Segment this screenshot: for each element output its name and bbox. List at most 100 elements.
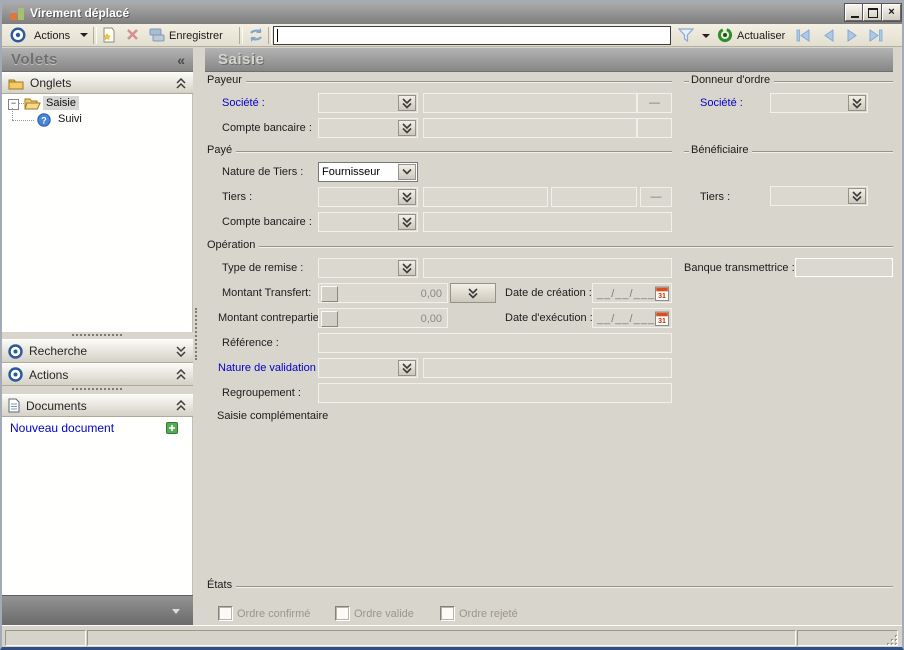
donneur-societe-dropdown[interactable] xyxy=(770,93,868,113)
last-record-icon[interactable] xyxy=(867,29,884,42)
filter-caret-icon[interactable] xyxy=(702,34,710,38)
next-record-icon[interactable] xyxy=(845,29,860,42)
calendar-icon[interactable]: 31 xyxy=(655,286,669,301)
payeur-societe-code-field[interactable]: — xyxy=(637,93,672,113)
group-legend-etats: États xyxy=(205,579,237,591)
group-legend-beneficiaire: Bénéficiaire xyxy=(689,144,753,156)
amount-helper-button[interactable] xyxy=(321,286,338,302)
paye-tiers-dropdown[interactable] xyxy=(318,187,418,207)
paye-compte-dropdown[interactable] xyxy=(318,212,418,232)
refresh-button[interactable]: Actualiser xyxy=(737,30,785,42)
double-chevron-button[interactable] xyxy=(398,189,416,205)
payeur-societe-dropdown[interactable] xyxy=(318,93,418,113)
tree-expander[interactable]: − xyxy=(8,99,19,110)
donneur-societe-label: Société : xyxy=(700,97,743,109)
tree-item-suivi[interactable]: Suivi xyxy=(55,112,85,126)
splitter-handle[interactable] xyxy=(72,334,122,336)
date-creation-field[interactable]: __/__/____ 31 xyxy=(592,283,672,303)
splitter-handle[interactable] xyxy=(72,388,122,390)
paye-tiers-field2[interactable] xyxy=(551,187,637,207)
title-bar[interactable]: Virement déplacé xyxy=(2,2,902,24)
filter-icon[interactable] xyxy=(678,28,694,43)
currency-dropdown-button[interactable] xyxy=(450,283,496,303)
close-button[interactable]: × xyxy=(882,4,901,21)
first-record-icon[interactable] xyxy=(795,29,812,42)
payeur-compte-code-field[interactable] xyxy=(637,118,672,138)
montant-transfert-field[interactable]: 0,00 xyxy=(318,283,448,303)
minimize-button[interactable] xyxy=(845,4,864,21)
new-document-link[interactable]: Nouveau document xyxy=(10,421,114,435)
window-title: Virement déplacé xyxy=(30,6,130,20)
date-execution-field[interactable]: __/__/____ 31 xyxy=(592,308,672,328)
sync-icon[interactable] xyxy=(247,27,265,43)
save-button[interactable]: Enregistrer xyxy=(169,30,223,42)
payeur-societe-field[interactable] xyxy=(423,93,637,113)
type-remise-dropdown[interactable] xyxy=(318,258,418,278)
montant-contrepartie-field[interactable]: 0,00 xyxy=(318,308,448,328)
double-chevron-down-icon xyxy=(402,362,412,374)
double-chevron-button[interactable] xyxy=(398,260,416,276)
search-input[interactable] xyxy=(273,26,671,45)
tree-item-saisie[interactable]: Saisie xyxy=(43,96,79,110)
date-mask: __/__/____ xyxy=(597,288,663,300)
double-chevron-button[interactable] xyxy=(848,95,866,111)
panel-selector-bar[interactable] xyxy=(2,595,193,625)
calendar-day: 31 xyxy=(658,318,666,325)
paye-compte-field[interactable] xyxy=(423,212,672,232)
amount-helper-button[interactable] xyxy=(321,311,338,327)
calendar-icon[interactable]: 31 xyxy=(655,311,669,326)
actions-menu-button[interactable]: Actions xyxy=(34,30,70,42)
double-chevron-button[interactable] xyxy=(848,188,866,204)
previous-record-icon[interactable] xyxy=(821,29,836,42)
group-line-payeur xyxy=(205,81,672,82)
double-chevron-button[interactable] xyxy=(398,120,416,136)
chevron-up-icon[interactable] xyxy=(175,369,187,380)
section-header-onglets[interactable]: Onglets xyxy=(2,72,193,94)
refresh-icon[interactable] xyxy=(717,27,733,43)
nature-validation-label: Nature de validation : xyxy=(218,362,322,374)
actions-caret-icon[interactable] xyxy=(80,33,88,37)
double-chevron-button[interactable] xyxy=(398,95,416,111)
section-header-recherche[interactable]: Recherche xyxy=(2,339,193,363)
nature-validation-dropdown[interactable] xyxy=(318,358,418,378)
beneficiaire-tiers-dropdown[interactable] xyxy=(770,186,868,206)
banque-transmettrice-field[interactable] xyxy=(795,258,893,277)
maximize-button[interactable] xyxy=(863,4,882,21)
actions-target-icon[interactable] xyxy=(10,27,26,43)
type-remise-field[interactable] xyxy=(423,258,672,278)
resize-grip[interactable] xyxy=(886,634,899,647)
paye-tiers-code-field[interactable]: — xyxy=(640,187,672,207)
checkbox-ordre-valide[interactable] xyxy=(335,606,350,621)
delete-icon[interactable] xyxy=(125,27,140,42)
new-document-icon[interactable] xyxy=(101,27,117,43)
add-plus-icon[interactable] xyxy=(166,422,178,434)
group-line-operation xyxy=(205,246,893,247)
chevron-down-icon[interactable] xyxy=(175,345,187,357)
chevron-up-icon[interactable] xyxy=(175,77,187,89)
sidebar-header: Volets « xyxy=(2,48,193,72)
chevron-button[interactable] xyxy=(398,164,416,180)
nature-validation-field[interactable] xyxy=(423,358,672,378)
save-icon[interactable] xyxy=(149,27,165,43)
payeur-compte-field[interactable] xyxy=(423,118,637,138)
double-chevron-button[interactable] xyxy=(398,214,416,230)
checkbox-ordre-rejete[interactable] xyxy=(440,606,455,621)
paye-tiers-field1[interactable] xyxy=(423,187,548,207)
reference-field[interactable] xyxy=(318,333,672,353)
group-line-etats xyxy=(205,586,893,587)
section-label: Onglets xyxy=(30,76,72,90)
payeur-compte-dropdown[interactable] xyxy=(318,118,418,138)
checkbox-ordre-confirme[interactable] xyxy=(218,606,233,621)
double-chevron-button[interactable] xyxy=(398,360,416,376)
section-header-documents[interactable]: Documents xyxy=(2,394,193,417)
toolbar-separator xyxy=(268,27,272,44)
section-header-actions[interactable]: Actions xyxy=(2,363,193,386)
regroupement-field[interactable] xyxy=(318,383,672,403)
chevron-up-icon[interactable] xyxy=(175,400,187,411)
nature-tiers-combo[interactable]: Fournisseur xyxy=(318,162,418,182)
double-chevron-down-icon xyxy=(402,262,412,274)
sidebar-collapse-icon[interactable]: « xyxy=(177,52,185,68)
vertical-splitter-handle[interactable] xyxy=(195,308,197,360)
beneficiaire-tiers-label: Tiers : xyxy=(700,191,731,203)
folder-icon xyxy=(8,79,24,89)
